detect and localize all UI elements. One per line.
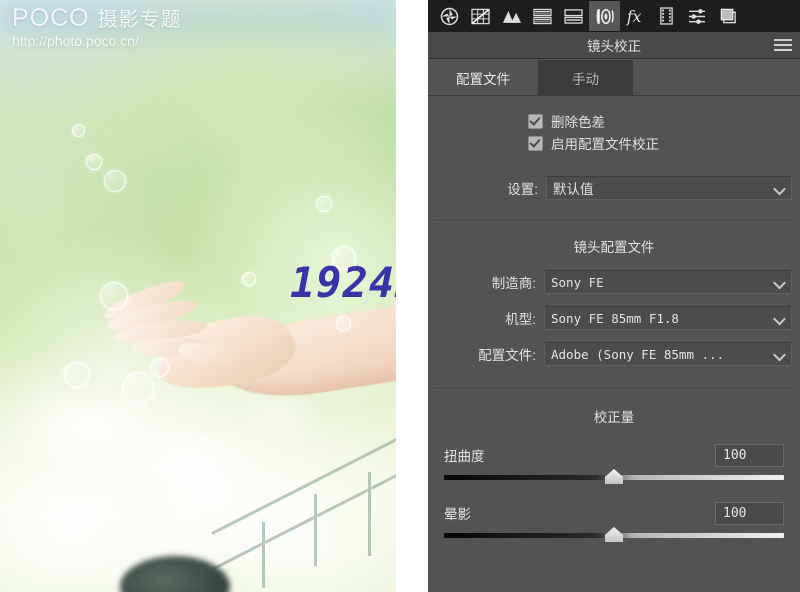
- chevron-down-icon: [775, 184, 784, 193]
- bubble: [100, 282, 128, 310]
- tab-filler: [633, 60, 800, 95]
- profile-select[interactable]: Adobe (Sony FE 85mm ...: [544, 342, 792, 366]
- hsl-color-icon[interactable]: [496, 1, 527, 31]
- checkbox-enable-profile-corrections-row[interactable]: 启用配置文件校正: [528, 132, 800, 154]
- model-label: 机型:: [505, 312, 536, 327]
- slider-distortion-value[interactable]: 100: [715, 443, 784, 467]
- checkbox-enable-profile-corrections-label: 启用配置文件校正: [551, 137, 659, 152]
- chevron-down-icon: [775, 350, 784, 359]
- divider: [436, 388, 792, 390]
- svg-text:fx: fx: [626, 7, 642, 25]
- lens-profile-section-title: 镜头配置文件: [573, 240, 655, 255]
- profile-row: 配置文件: Adobe (Sony FE 85mm ...: [428, 342, 800, 366]
- photo-overlay-number: 192429: [290, 258, 396, 307]
- bubble: [336, 316, 351, 331]
- checkbox-remove-chromatic-aberration-label: 删除色差: [551, 115, 605, 130]
- tab-manual[interactable]: 手动: [538, 60, 633, 95]
- slider-vignetting-track[interactable]: [444, 527, 784, 542]
- settings-row: 设置: 默认值: [428, 176, 800, 200]
- photo-railing: [202, 436, 396, 592]
- manufacturer-select[interactable]: Sony FE: [544, 270, 792, 294]
- bubble: [316, 196, 332, 212]
- manufacturer-label: 制造商:: [491, 276, 536, 291]
- lens-correction-icon[interactable]: [589, 1, 620, 31]
- photo-preview[interactable]: POCO 摄影专题 http://photo.poco.cn/ 192429: [0, 0, 396, 592]
- detail-icon[interactable]: [558, 1, 589, 31]
- correction-amount-section-title: 校正量: [593, 410, 635, 425]
- calibration-icon[interactable]: [651, 1, 682, 31]
- panel-body: 删除色差 启用配置文件校正 设置: 默认值 镜头配置文件 制造商: Sony F…: [428, 110, 800, 542]
- presets-icon[interactable]: [682, 1, 713, 31]
- manufacturer-row: 制造商: Sony FE: [428, 270, 800, 294]
- screenshot-root: POCO 摄影专题 http://photo.poco.cn/ 192429: [0, 0, 800, 592]
- bubble: [64, 362, 90, 388]
- page-title: 镜头校正: [587, 39, 641, 54]
- slider-distortion-track[interactable]: [444, 469, 784, 484]
- hamburger-menu-icon[interactable]: [774, 39, 792, 51]
- panel-tabs: 配置文件 手动: [428, 59, 800, 96]
- slider-distortion-label: 扭曲度: [444, 449, 485, 464]
- split-toning-icon[interactable]: [527, 1, 558, 31]
- chevron-down-icon: [775, 314, 784, 323]
- slider-vignetting-label: 晕影: [444, 507, 471, 522]
- workspace-gutter: [396, 0, 428, 592]
- checkbox-remove-chromatic-aberration[interactable]: [528, 113, 543, 129]
- snapshots-icon[interactable]: [713, 1, 744, 31]
- slider-distortion-knob[interactable]: [605, 469, 623, 484]
- chevron-down-icon: [775, 278, 784, 287]
- lens-correction-panel: fx 镜头校正 配置文件 手动 删除色差 启用配置文件校正 设置: 默认值 镜头…: [428, 0, 800, 592]
- checkbox-enable-profile-corrections[interactable]: [528, 135, 543, 151]
- settings-label: 设置:: [507, 182, 538, 197]
- basic-adjustments-icon[interactable]: [434, 1, 465, 31]
- bubble: [150, 358, 169, 377]
- slider-vignetting-value[interactable]: 100: [715, 501, 784, 525]
- settings-select[interactable]: 默认值: [546, 176, 792, 200]
- panel-toolbar: fx: [428, 0, 800, 32]
- bubble: [104, 170, 126, 192]
- tone-curve-icon[interactable]: [465, 1, 496, 31]
- profile-label: 配置文件:: [478, 348, 536, 363]
- bubble: [242, 272, 256, 286]
- slider-distortion: 扭曲度 100: [444, 442, 784, 484]
- divider: [436, 220, 792, 222]
- bubble: [122, 372, 154, 404]
- slider-vignetting: 晕影 100: [444, 500, 784, 542]
- effects-icon[interactable]: fx: [620, 1, 651, 31]
- model-select[interactable]: Sony FE 85mm F1.8: [544, 306, 792, 330]
- panel-title-bar: 镜头校正: [428, 32, 800, 59]
- bubble: [72, 124, 85, 137]
- slider-vignetting-knob[interactable]: [605, 527, 623, 542]
- tab-profile[interactable]: 配置文件: [428, 60, 538, 95]
- bubble: [86, 154, 102, 170]
- model-row: 机型: Sony FE 85mm F1.8: [428, 306, 800, 330]
- checkbox-remove-chromatic-aberration-row[interactable]: 删除色差: [528, 110, 800, 132]
